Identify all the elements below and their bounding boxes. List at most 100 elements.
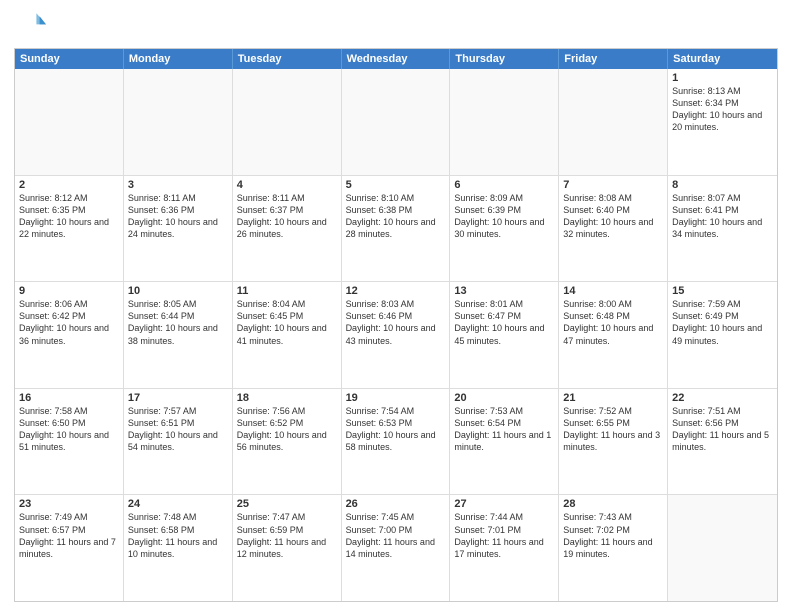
calendar-day: 13Sunrise: 8:01 AM Sunset: 6:47 PM Dayli… <box>450 282 559 388</box>
day-info: Sunrise: 7:45 AM Sunset: 7:00 PM Dayligh… <box>346 511 446 560</box>
calendar-day: 25Sunrise: 7:47 AM Sunset: 6:59 PM Dayli… <box>233 495 342 601</box>
day-info: Sunrise: 8:03 AM Sunset: 6:46 PM Dayligh… <box>346 298 446 347</box>
day-info: Sunrise: 8:09 AM Sunset: 6:39 PM Dayligh… <box>454 192 554 241</box>
day-number: 21 <box>563 392 663 404</box>
calendar-day: 14Sunrise: 8:00 AM Sunset: 6:48 PM Dayli… <box>559 282 668 388</box>
day-info: Sunrise: 8:13 AM Sunset: 6:34 PM Dayligh… <box>672 85 773 134</box>
day-number: 23 <box>19 498 119 510</box>
day-number: 15 <box>672 285 773 297</box>
calendar-header-friday: Friday <box>559 49 668 69</box>
day-info: Sunrise: 7:56 AM Sunset: 6:52 PM Dayligh… <box>237 405 337 454</box>
day-info: Sunrise: 7:51 AM Sunset: 6:56 PM Dayligh… <box>672 405 773 454</box>
calendar-day <box>559 69 668 175</box>
day-info: Sunrise: 8:07 AM Sunset: 6:41 PM Dayligh… <box>672 192 773 241</box>
calendar-day: 15Sunrise: 7:59 AM Sunset: 6:49 PM Dayli… <box>668 282 777 388</box>
day-number: 22 <box>672 392 773 404</box>
day-info: Sunrise: 7:53 AM Sunset: 6:54 PM Dayligh… <box>454 405 554 454</box>
day-number: 25 <box>237 498 337 510</box>
calendar-day: 17Sunrise: 7:57 AM Sunset: 6:51 PM Dayli… <box>124 389 233 495</box>
calendar-day: 2Sunrise: 8:12 AM Sunset: 6:35 PM Daylig… <box>15 176 124 282</box>
day-number: 20 <box>454 392 554 404</box>
day-info: Sunrise: 7:54 AM Sunset: 6:53 PM Dayligh… <box>346 405 446 454</box>
day-number: 9 <box>19 285 119 297</box>
day-info: Sunrise: 7:49 AM Sunset: 6:57 PM Dayligh… <box>19 511 119 560</box>
calendar-day: 19Sunrise: 7:54 AM Sunset: 6:53 PM Dayli… <box>342 389 451 495</box>
day-info: Sunrise: 7:59 AM Sunset: 6:49 PM Dayligh… <box>672 298 773 347</box>
calendar-header-row: SundayMondayTuesdayWednesdayThursdayFrid… <box>15 49 777 69</box>
day-number: 26 <box>346 498 446 510</box>
day-number: 7 <box>563 179 663 191</box>
calendar-day: 24Sunrise: 7:48 AM Sunset: 6:58 PM Dayli… <box>124 495 233 601</box>
day-info: Sunrise: 8:00 AM Sunset: 6:48 PM Dayligh… <box>563 298 663 347</box>
calendar-week-3: 9Sunrise: 8:06 AM Sunset: 6:42 PM Daylig… <box>15 282 777 389</box>
calendar-header-monday: Monday <box>124 49 233 69</box>
calendar-day: 5Sunrise: 8:10 AM Sunset: 6:38 PM Daylig… <box>342 176 451 282</box>
day-number: 3 <box>128 179 228 191</box>
day-number: 24 <box>128 498 228 510</box>
day-number: 13 <box>454 285 554 297</box>
calendar-week-5: 23Sunrise: 7:49 AM Sunset: 6:57 PM Dayli… <box>15 495 777 601</box>
day-number: 5 <box>346 179 446 191</box>
calendar-day: 18Sunrise: 7:56 AM Sunset: 6:52 PM Dayli… <box>233 389 342 495</box>
calendar-day: 21Sunrise: 7:52 AM Sunset: 6:55 PM Dayli… <box>559 389 668 495</box>
day-number: 14 <box>563 285 663 297</box>
calendar-day: 20Sunrise: 7:53 AM Sunset: 6:54 PM Dayli… <box>450 389 559 495</box>
day-info: Sunrise: 8:05 AM Sunset: 6:44 PM Dayligh… <box>128 298 228 347</box>
calendar-day <box>124 69 233 175</box>
day-info: Sunrise: 7:43 AM Sunset: 7:02 PM Dayligh… <box>563 511 663 560</box>
calendar-day: 6Sunrise: 8:09 AM Sunset: 6:39 PM Daylig… <box>450 176 559 282</box>
day-info: Sunrise: 8:11 AM Sunset: 6:37 PM Dayligh… <box>237 192 337 241</box>
calendar-header-sunday: Sunday <box>15 49 124 69</box>
calendar-day: 11Sunrise: 8:04 AM Sunset: 6:45 PM Dayli… <box>233 282 342 388</box>
calendar-day: 26Sunrise: 7:45 AM Sunset: 7:00 PM Dayli… <box>342 495 451 601</box>
calendar-day: 12Sunrise: 8:03 AM Sunset: 6:46 PM Dayli… <box>342 282 451 388</box>
calendar-day <box>342 69 451 175</box>
day-number: 1 <box>672 72 773 84</box>
day-number: 28 <box>563 498 663 510</box>
calendar-day: 4Sunrise: 8:11 AM Sunset: 6:37 PM Daylig… <box>233 176 342 282</box>
calendar-day: 8Sunrise: 8:07 AM Sunset: 6:41 PM Daylig… <box>668 176 777 282</box>
calendar-header-saturday: Saturday <box>668 49 777 69</box>
calendar-day: 27Sunrise: 7:44 AM Sunset: 7:01 PM Dayli… <box>450 495 559 601</box>
day-info: Sunrise: 8:04 AM Sunset: 6:45 PM Dayligh… <box>237 298 337 347</box>
day-info: Sunrise: 7:44 AM Sunset: 7:01 PM Dayligh… <box>454 511 554 560</box>
day-info: Sunrise: 7:48 AM Sunset: 6:58 PM Dayligh… <box>128 511 228 560</box>
calendar-day: 22Sunrise: 7:51 AM Sunset: 6:56 PM Dayli… <box>668 389 777 495</box>
day-number: 12 <box>346 285 446 297</box>
day-info: Sunrise: 7:58 AM Sunset: 6:50 PM Dayligh… <box>19 405 119 454</box>
day-number: 2 <box>19 179 119 191</box>
calendar-day: 23Sunrise: 7:49 AM Sunset: 6:57 PM Dayli… <box>15 495 124 601</box>
calendar: SundayMondayTuesdayWednesdayThursdayFrid… <box>14 48 778 602</box>
header <box>14 10 778 42</box>
day-number: 4 <box>237 179 337 191</box>
calendar-day <box>233 69 342 175</box>
day-info: Sunrise: 8:12 AM Sunset: 6:35 PM Dayligh… <box>19 192 119 241</box>
day-number: 18 <box>237 392 337 404</box>
day-number: 16 <box>19 392 119 404</box>
calendar-day: 9Sunrise: 8:06 AM Sunset: 6:42 PM Daylig… <box>15 282 124 388</box>
day-info: Sunrise: 7:52 AM Sunset: 6:55 PM Dayligh… <box>563 405 663 454</box>
day-number: 6 <box>454 179 554 191</box>
day-number: 8 <box>672 179 773 191</box>
calendar-week-2: 2Sunrise: 8:12 AM Sunset: 6:35 PM Daylig… <box>15 176 777 283</box>
calendar-day: 16Sunrise: 7:58 AM Sunset: 6:50 PM Dayli… <box>15 389 124 495</box>
calendar-week-1: 1Sunrise: 8:13 AM Sunset: 6:34 PM Daylig… <box>15 69 777 176</box>
calendar-day: 28Sunrise: 7:43 AM Sunset: 7:02 PM Dayli… <box>559 495 668 601</box>
day-info: Sunrise: 8:08 AM Sunset: 6:40 PM Dayligh… <box>563 192 663 241</box>
day-info: Sunrise: 7:47 AM Sunset: 6:59 PM Dayligh… <box>237 511 337 560</box>
day-number: 19 <box>346 392 446 404</box>
page: SundayMondayTuesdayWednesdayThursdayFrid… <box>0 0 792 612</box>
logo-icon <box>14 10 46 42</box>
logo <box>14 10 50 42</box>
calendar-day: 7Sunrise: 8:08 AM Sunset: 6:40 PM Daylig… <box>559 176 668 282</box>
day-info: Sunrise: 8:11 AM Sunset: 6:36 PM Dayligh… <box>128 192 228 241</box>
calendar-day: 3Sunrise: 8:11 AM Sunset: 6:36 PM Daylig… <box>124 176 233 282</box>
calendar-header-thursday: Thursday <box>450 49 559 69</box>
calendar-day <box>15 69 124 175</box>
calendar-header-wednesday: Wednesday <box>342 49 451 69</box>
day-number: 10 <box>128 285 228 297</box>
day-number: 27 <box>454 498 554 510</box>
calendar-day: 10Sunrise: 8:05 AM Sunset: 6:44 PM Dayli… <box>124 282 233 388</box>
day-info: Sunrise: 7:57 AM Sunset: 6:51 PM Dayligh… <box>128 405 228 454</box>
calendar-day <box>450 69 559 175</box>
